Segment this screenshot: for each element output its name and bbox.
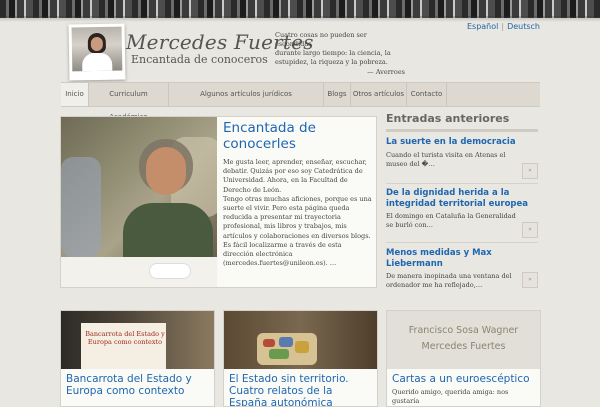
book-cover-author: Francisco Sosa Wagner [408, 325, 519, 336]
entry-divider [386, 183, 538, 184]
lang-es-link[interactable]: Español [467, 22, 498, 31]
book-card: El Estado sin territorio. Cuatro relatos… [223, 310, 378, 407]
book-card-image: Francisco Sosa Wagner Mercedes Fuertes [387, 311, 540, 369]
nav-item-inicio[interactable]: Inicio [61, 83, 89, 106]
sidebar-entry: La suerte en la democracia Cuando el tur… [386, 137, 538, 184]
header-quote: Cuatro cosas no pueden ser escondidas du… [275, 31, 405, 77]
read-more-button[interactable]: » [522, 272, 538, 288]
featured-image [61, 117, 217, 287]
book-card-excerpt: Querido amigo, querida amiga: nos gustar… [392, 388, 509, 405]
book-card-title[interactable]: El Estado sin territorio. Cuatro relatos… [229, 373, 374, 406]
site-subtitle: Encantada de conoceros [131, 53, 268, 66]
featured-body-2: Tengo otras muchas aficiones, porque es … [223, 194, 372, 240]
entry-divider [386, 242, 538, 243]
lang-de-link[interactable]: Deutsch [507, 22, 540, 31]
book-cover-title: Bancarrota del Estado y Europa como cont… [85, 330, 165, 346]
nav-item-curriculum[interactable]: Curriculum Académico [89, 83, 169, 121]
language-switcher: Español | Deutsch [467, 22, 540, 31]
book-card: Francisco Sosa Wagner Mercedes Fuertes C… [386, 310, 541, 407]
featured-body-3: Es fácil localizarme a través de esta di… [223, 240, 342, 268]
book-cover-author: Mercedes Fuertes [421, 341, 506, 352]
book-card-title[interactable]: Bancarrota del Estado y Europa como cont… [66, 373, 211, 397]
featured-title[interactable]: Encantada de conocerles [223, 120, 373, 152]
read-more-button[interactable]: » [522, 222, 538, 238]
book-card-title[interactable]: Cartas a un euroescéptico [392, 373, 537, 385]
book-card-image: Bancarrota del Estado y Europa como cont… [61, 311, 214, 369]
nav-item-contacto[interactable]: Contacto [407, 83, 447, 106]
nav-item-blogs[interactable]: Blogs [324, 83, 351, 106]
entry-excerpt: Cuando el turista visita en Atenas el mu… [386, 150, 506, 168]
quote-line: estupidez, la riqueza y la pobreza. [275, 58, 388, 66]
author-photo [68, 23, 126, 81]
sidebar-entry: Menos medidas y Max Liebermann De manera… [386, 248, 538, 290]
featured-paragraph: Me gusta leer, aprender, enseñar, escuch… [223, 158, 373, 268]
entry-title-link[interactable]: De la dignidad herida a la integridad te… [386, 188, 538, 209]
sidebar-heading: Entradas anteriores [386, 112, 538, 132]
quote-line: durante largo tiempo: la ciencia, la [275, 49, 391, 57]
books-banner [0, 0, 600, 22]
main-nav: Inicio Curriculum Académico Algunos artí… [61, 82, 540, 121]
featured-post: Encantada de conocerles Me gusta leer, a… [60, 116, 377, 288]
nav-item-articulos-juridicos[interactable]: Algunos artículos jurídicos [169, 83, 324, 106]
sidebar-entry: De la dignidad herida a la integridad te… [386, 188, 538, 243]
quote-author: — Averroes [367, 68, 405, 76]
quote-line: Cuatro cosas no pueden ser escondidas [275, 31, 367, 48]
entry-excerpt: El domingo en Cataluña la Generalidad se… [386, 212, 516, 229]
sidebar: Entradas anteriores La suerte en la demo… [386, 112, 538, 289]
book-card-image [224, 311, 377, 369]
nav-item-otros-articulos[interactable]: Otros artículos [351, 83, 407, 106]
lang-separator: | [501, 22, 505, 31]
entry-title-link[interactable]: La suerte en la democracia [386, 137, 538, 148]
book-card: Bancarrota del Estado y Europa como cont… [60, 310, 215, 407]
read-more-button[interactable]: » [522, 163, 538, 179]
featured-body-1: Me gusta leer, aprender, enseñar, escuch… [223, 158, 367, 194]
entry-title-link[interactable]: Menos medidas y Max Liebermann [386, 248, 538, 269]
entry-excerpt: De manera inopinada una ventana del orde… [386, 272, 512, 289]
